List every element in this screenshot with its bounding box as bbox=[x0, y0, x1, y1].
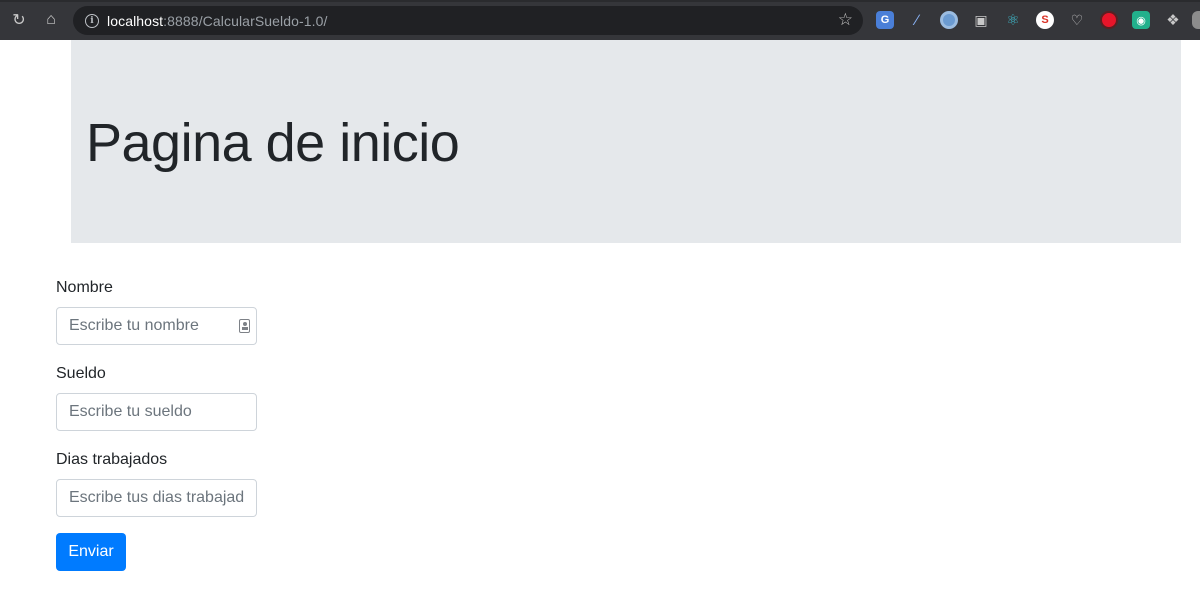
sueldo-group: Sueldo bbox=[56, 362, 257, 455]
submit-button[interactable]: Enviar bbox=[56, 533, 126, 571]
nombre-input-wrap bbox=[56, 307, 257, 345]
camera-icon[interactable]: ▣ bbox=[972, 11, 990, 29]
dias-input-wrap bbox=[56, 479, 257, 517]
bookmark-star-icon[interactable]: ☆ bbox=[838, 10, 853, 30]
jumbotron: Pagina de inicio bbox=[71, 40, 1181, 243]
url-text: localhost:8888/CalcularSueldo-1.0/ bbox=[107, 13, 328, 29]
url-host: localhost bbox=[107, 12, 164, 29]
reload-icon[interactable]: ↻ bbox=[5, 6, 33, 34]
react-icon[interactable]: ⚛ bbox=[1004, 11, 1022, 29]
nombre-group: Nombre bbox=[56, 276, 257, 369]
contact-card-icon[interactable] bbox=[239, 319, 250, 333]
nombre-label: Nombre bbox=[56, 279, 113, 296]
avatar[interactable] bbox=[1192, 11, 1200, 29]
browser-toolbar: ↻ ⌂ i localhost:8888/CalcularSueldo-1.0/… bbox=[0, 0, 1200, 40]
pin-icon[interactable]: ◉ bbox=[1132, 11, 1150, 29]
translate-icon[interactable]: G bbox=[876, 11, 894, 29]
dias-input[interactable] bbox=[56, 479, 257, 517]
info-icon[interactable]: i bbox=[85, 13, 99, 28]
ring-icon[interactable] bbox=[940, 11, 958, 29]
pocket-icon[interactable]: ♡ bbox=[1068, 11, 1086, 29]
dias-label: Dias trabajados bbox=[56, 451, 168, 468]
url-path: :8888/CalcularSueldo-1.0/ bbox=[163, 12, 328, 29]
address-bar[interactable]: i localhost:8888/CalcularSueldo-1.0/ ☆ bbox=[73, 6, 863, 35]
s-icon[interactable]: S bbox=[1036, 11, 1054, 29]
pen-icon[interactable]: ∕ bbox=[908, 11, 926, 29]
submit-group: Enviar bbox=[56, 533, 126, 571]
sueldo-label: Sueldo bbox=[56, 365, 106, 382]
sueldo-input[interactable] bbox=[56, 393, 257, 431]
sueldo-input-wrap bbox=[56, 393, 257, 431]
nombre-input[interactable] bbox=[56, 307, 257, 345]
dias-group: Dias trabajados bbox=[56, 448, 257, 541]
record-icon[interactable] bbox=[1100, 11, 1118, 29]
home-icon[interactable]: ⌂ bbox=[37, 6, 65, 34]
page-title: Pagina de inicio bbox=[86, 113, 460, 173]
puzzle-icon[interactable]: ❖ bbox=[1164, 11, 1182, 29]
tab-strip-edge bbox=[0, 0, 1200, 2]
